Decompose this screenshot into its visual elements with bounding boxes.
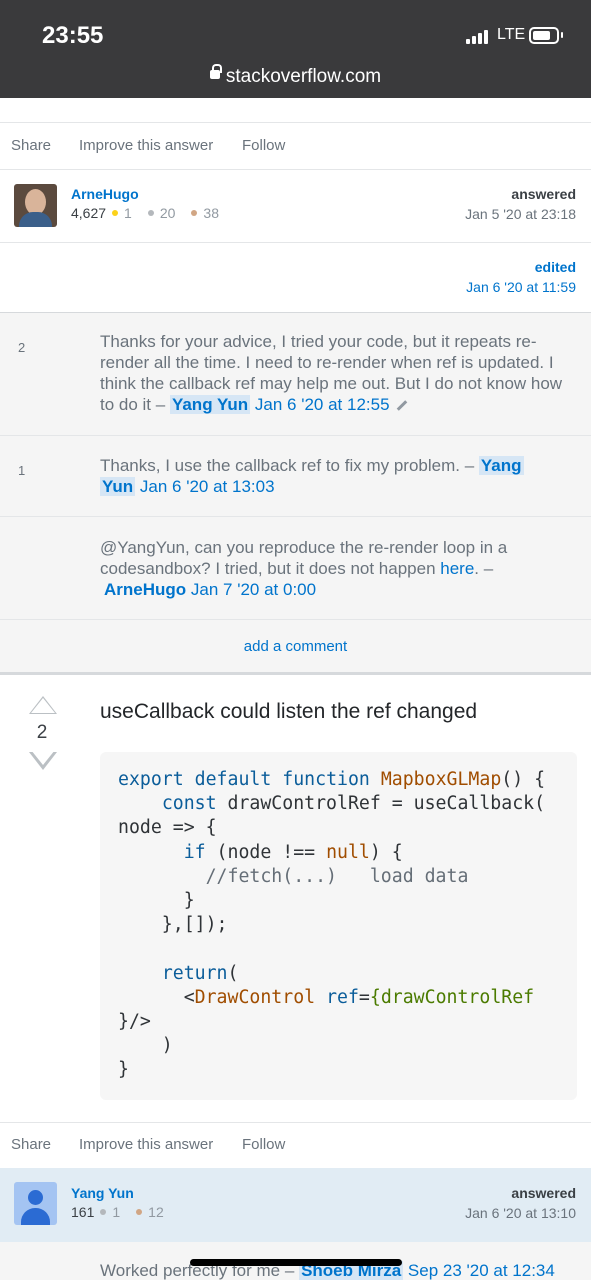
comment-date[interactable]: Jan 7 '20 at 0:00: [191, 580, 316, 599]
reputation: 161: [71, 1204, 95, 1220]
battery-icon: [529, 27, 559, 44]
answered-date: Jan 6 '20 at 13:10: [465, 1205, 576, 1221]
follow-link[interactable]: Follow: [242, 137, 285, 154]
answer-body: useCallback could listen the ref changed: [100, 700, 478, 723]
answered-date: Jan 5 '20 at 23:18: [465, 206, 576, 222]
comment-user[interactable]: Yun: [100, 477, 136, 496]
comment-body: Thanks, I use the callback ref to fix my…: [100, 456, 524, 496]
upvote-arrow-icon[interactable]: [29, 696, 57, 714]
improve-answer-link[interactable]: Improve this answer: [79, 137, 213, 154]
comment-link[interactable]: here: [440, 559, 474, 578]
comment-score: 2: [18, 340, 26, 355]
status-bar: 23:55 LTE stackoverflow.com: [0, 0, 591, 98]
comment-user[interactable]: ArneHugo: [104, 580, 186, 599]
silver-badge-icon: [147, 209, 154, 216]
comment-body: @YangYun, can you reproduce the re-rende…: [100, 538, 508, 599]
user-name[interactable]: ArneHugo: [71, 186, 139, 202]
comment-date[interactable]: Jan 6 '20 at 13:03: [140, 477, 275, 496]
gold-badge-icon: [112, 209, 119, 216]
improve-answer-link[interactable]: Improve this answer: [79, 1136, 213, 1153]
edit-pencil-icon: [396, 400, 407, 411]
silver-badge-icon: [100, 1208, 107, 1215]
avatar[interactable]: [14, 184, 57, 227]
bronze-badge-icon: [191, 209, 198, 216]
share-link[interactable]: Share: [11, 1136, 51, 1153]
reputation: 4,627: [71, 205, 107, 221]
code-text: export default function MapboxGLMap() { …: [118, 769, 546, 1081]
address-bar[interactable]: stackoverflow.com: [0, 64, 591, 88]
comment-date[interactable]: Sep 23 '20 at 12:34: [408, 1261, 555, 1280]
comment-body: Thanks for your advice, I tried your cod…: [100, 332, 563, 414]
avatar[interactable]: [14, 1182, 57, 1225]
network-label: LTE: [497, 26, 526, 43]
vote-count: 2: [36, 722, 48, 743]
lock-icon: [209, 64, 222, 80]
user-stats: 4,627 1 20 38: [71, 205, 219, 221]
comment-user[interactable]: Yang: [478, 456, 524, 475]
code-block: export default function MapboxGLMap() { …: [100, 752, 577, 1100]
answered-label: answered: [511, 1185, 576, 1201]
user-name[interactable]: Yang Yun: [71, 1185, 134, 1201]
edited-link[interactable]: edited: [535, 259, 576, 275]
user-stats: 161 1 12: [71, 1204, 164, 1220]
comment-score: 1: [18, 463, 26, 478]
answered-label: answered: [511, 186, 576, 202]
home-indicator[interactable]: [190, 1259, 402, 1266]
add-comment-link[interactable]: add a comment: [0, 638, 591, 655]
bronze-badge-icon: [136, 1208, 143, 1215]
edited-date[interactable]: Jan 6 '20 at 11:59: [466, 279, 576, 295]
signal-icon: [466, 30, 490, 44]
comment-user[interactable]: Yang Yun: [169, 395, 251, 414]
follow-link[interactable]: Follow: [242, 1136, 285, 1153]
downvote-arrow-icon[interactable]: [29, 750, 57, 770]
share-link[interactable]: Share: [11, 137, 51, 154]
url-text: stackoverflow.com: [225, 66, 382, 87]
clock: 23:55: [42, 22, 104, 49]
comment-date[interactable]: Jan 6 '20 at 12:55: [255, 395, 390, 414]
